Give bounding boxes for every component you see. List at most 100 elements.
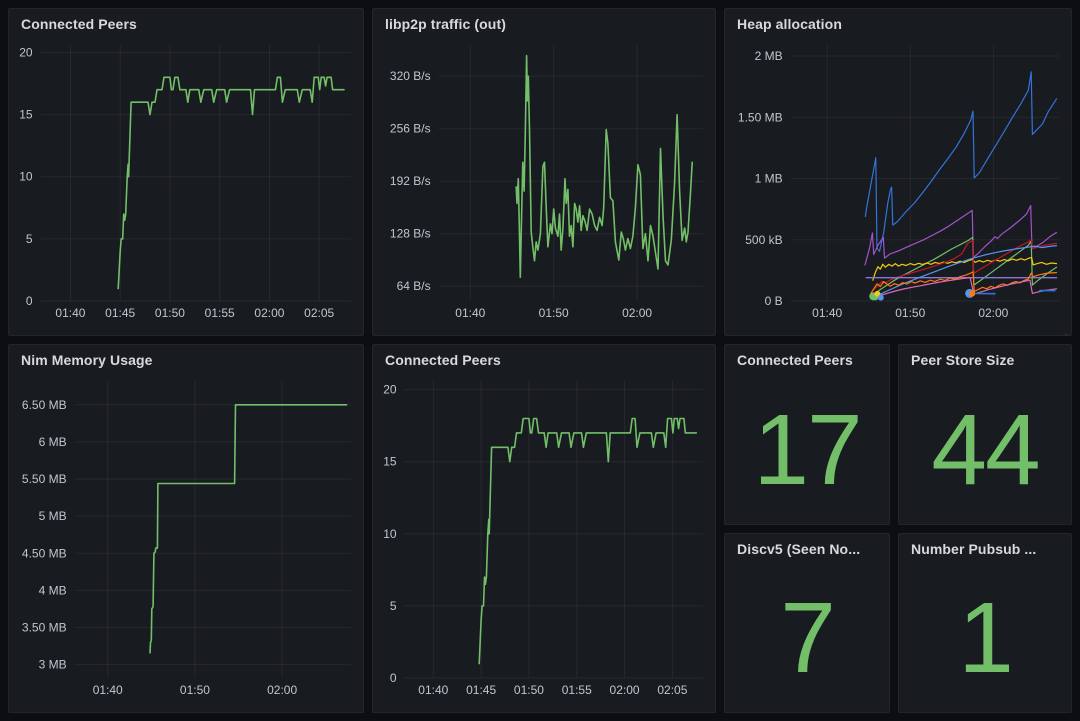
y-axis-tick-label: 320 B/s — [390, 69, 431, 83]
panel-header: Heap allocation — [725, 9, 1071, 39]
stat-value: 7 — [780, 588, 834, 688]
chart-area[interactable]: 3 MB3.50 MB4 MB4.50 MB5 MB5.50 MB6 MB6.5… — [15, 375, 357, 705]
series-line — [872, 237, 1057, 296]
x-axis-tick-label: 02:00 — [622, 306, 652, 320]
chart-area[interactable]: 64 B/s128 B/s192 B/s256 B/s320 B/s01:400… — [379, 39, 709, 328]
stat-value: 44 — [931, 400, 1038, 500]
series-line — [870, 272, 1056, 295]
y-axis-tick-label: 6.50 MB — [22, 398, 67, 412]
x-axis-tick-label: 01:45 — [466, 683, 496, 697]
y-axis-tick-label: 6 MB — [39, 435, 67, 449]
y-axis-tick-label: 500 kB — [745, 233, 782, 247]
y-axis-tick-label: 0 — [26, 294, 33, 308]
chart-legend: traffic_out — [373, 328, 715, 336]
stat-value-area: 44 — [899, 375, 1071, 524]
x-axis-tick-label: 01:50 — [895, 306, 925, 320]
panel-libp2p-traffic-out: libp2p traffic (out) 64 B/s 128 B/s 192 B/… — [372, 8, 716, 336]
y-axis-tick-label: 5 MB — [39, 509, 67, 523]
x-axis-tick-label: 01:50 — [155, 306, 185, 320]
stat-value-area: 17 — [725, 375, 889, 524]
panel-header: Connected Peers — [725, 345, 889, 375]
y-axis-tick-label: 128 B/s — [390, 227, 431, 241]
y-axis-tick-label: 1.50 MB — [738, 110, 783, 124]
chart-legend: libp2p_peers — [9, 328, 363, 336]
series-lines — [516, 56, 692, 278]
stat-value-area: 1 — [899, 564, 1071, 712]
grafana-dashboard: Connected Peers 0 5 10 15 20 01:40 01:45 01:50 0… — [0, 0, 1080, 721]
y-axis-tick-label: 5.50 MB — [22, 472, 67, 486]
series-lines — [479, 419, 696, 664]
series-line — [118, 77, 344, 288]
x-axis-tick-label: 02:00 — [610, 683, 640, 697]
gridlines: 0510152001:4001:4501:5001:5502:0002:05 — [19, 45, 351, 320]
panel-header: Number Pubsub ... — [899, 534, 1071, 564]
y-axis-tick-label: 192 B/s — [390, 174, 431, 188]
gridlines: 0 B500 kB1 MB1.50 MB2 MB01:4001:5002:00 — [738, 45, 1059, 320]
panel-title[interactable]: Discv5 (Seen No... — [737, 541, 877, 557]
chart-area[interactable]: 0510152001:4001:4501:5001:5502:0002:05 — [15, 39, 357, 328]
y-axis-tick-label: 4 MB — [39, 583, 67, 597]
chart-legend: nim_gc_mem_bytes — [9, 705, 363, 713]
y-axis-tick-label: 15 — [383, 455, 397, 469]
panel-header: Connected Peers — [9, 9, 363, 39]
chart-plot[interactable]: 64 B/s128 B/s192 B/s256 B/s320 B/s01:400… — [379, 39, 709, 323]
x-axis-tick-label: 01:40 — [55, 306, 85, 320]
y-axis-tick-label: 15 — [19, 108, 33, 122]
panel-title[interactable]: Peer Store Size — [911, 352, 1059, 368]
y-axis-tick-label: 64 B/s — [397, 279, 431, 293]
x-axis-tick-label: 01:55 — [205, 306, 235, 320]
y-axis-tick-label: 256 B/s — [390, 122, 431, 136]
legend-scrollbar[interactable] — [1064, 334, 1068, 336]
chart-plot[interactable]: 0510152001:4001:4501:5001:5502:0002:05 — [379, 375, 709, 700]
y-axis-tick-label: 3.50 MB — [22, 621, 67, 635]
gridlines: 3 MB3.50 MB4 MB4.50 MB5 MB5.50 MB6 MB6.5… — [22, 381, 351, 697]
x-axis-tick-label: 01:40 — [812, 306, 842, 320]
panel-stat-peer-store-size: Peer Store Size 44 — [898, 344, 1072, 525]
x-axis-tick-label: 01:40 — [93, 683, 123, 697]
x-axis-tick-label: 01:55 — [562, 683, 592, 697]
panel-header: libp2p traffic (out) — [373, 9, 715, 39]
panel-header: Peer Store Size — [899, 345, 1071, 375]
chart-plot[interactable]: 0510152001:4001:4501:5001:5502:0002:05 — [15, 39, 357, 323]
y-axis-tick-label: 1 MB — [755, 172, 783, 186]
series-lines — [865, 72, 1057, 301]
panel-title[interactable]: Connected Peers — [385, 352, 703, 368]
panel-stat-connected-peers: Connected Peers 17 — [724, 344, 890, 525]
series-line — [865, 206, 1057, 265]
chart-area[interactable]: 0510152001:4001:4501:5001:5502:0002:05 — [379, 375, 709, 705]
panel-title[interactable]: Number Pubsub ... — [911, 541, 1059, 557]
legend-item[interactable]: nim_gc_mem_bytes — [21, 708, 351, 713]
gridlines: 64 B/s128 B/s192 B/s256 B/s320 B/s01:400… — [390, 45, 703, 320]
x-axis-tick-label: 02:00 — [978, 306, 1008, 320]
x-axis-tick-label: 02:00 — [267, 683, 297, 697]
panel-title[interactable]: Nim Memory Usage — [21, 352, 351, 368]
y-axis-tick-label: 5 — [390, 599, 397, 613]
series-line — [865, 72, 1056, 252]
panel-title[interactable]: Connected Peers — [737, 352, 877, 368]
panel-title[interactable]: Connected Peers — [21, 16, 351, 32]
panel-stat-discv5-seen-nodes: Discv5 (Seen No... 7 — [724, 533, 890, 713]
gridlines: 0510152001:4001:4501:5001:5502:0002:05 — [383, 381, 703, 697]
series-line — [479, 419, 696, 664]
x-axis-tick-label: 02:05 — [304, 306, 334, 320]
legend-item[interactable]: traffic_out — [385, 331, 703, 336]
panel-header: Connected Peers — [373, 345, 715, 375]
panel-heap-allocation: Heap allocation 0 B500 kB1 MB1.50 MB2 MB… — [724, 8, 1072, 336]
stat-value-area: 7 — [725, 564, 889, 712]
series-line — [871, 278, 1056, 299]
panel-title[interactable]: Heap allocation — [737, 16, 1059, 32]
series-line — [516, 56, 692, 278]
panel-nim-memory-usage: Connected Peers 0510152001:4001:4501:500… — [372, 344, 716, 713]
chart-plot[interactable]: 3 MB3.50 MB4 MB4.50 MB5 MB5.50 MB6 MB6.5… — [15, 375, 357, 700]
legend-item[interactable]: libp2p_peers — [21, 331, 351, 336]
y-axis-tick-label: 20 — [19, 45, 33, 59]
legend-series-label: libp2p_peers — [407, 713, 476, 714]
chart-area[interactable]: 0 B500 kB1 MB1.50 MB2 MB01:4001:5002:00 — [731, 39, 1065, 328]
chart-plot[interactable]: 0 B500 kB1 MB1.50 MB2 MB01:4001:5002:00 — [731, 39, 1065, 323]
y-axis-tick-label: 10 — [383, 527, 397, 541]
legend-item[interactable]: libp2p_peers — [385, 708, 703, 713]
panel-title[interactable]: libp2p traffic (out) — [385, 16, 703, 32]
series-lines — [118, 77, 344, 288]
legend-item[interactable]: nim_gc_heap_instance_occupied_bytes — [737, 331, 1059, 336]
x-axis-tick-label: 01:50 — [514, 683, 544, 697]
